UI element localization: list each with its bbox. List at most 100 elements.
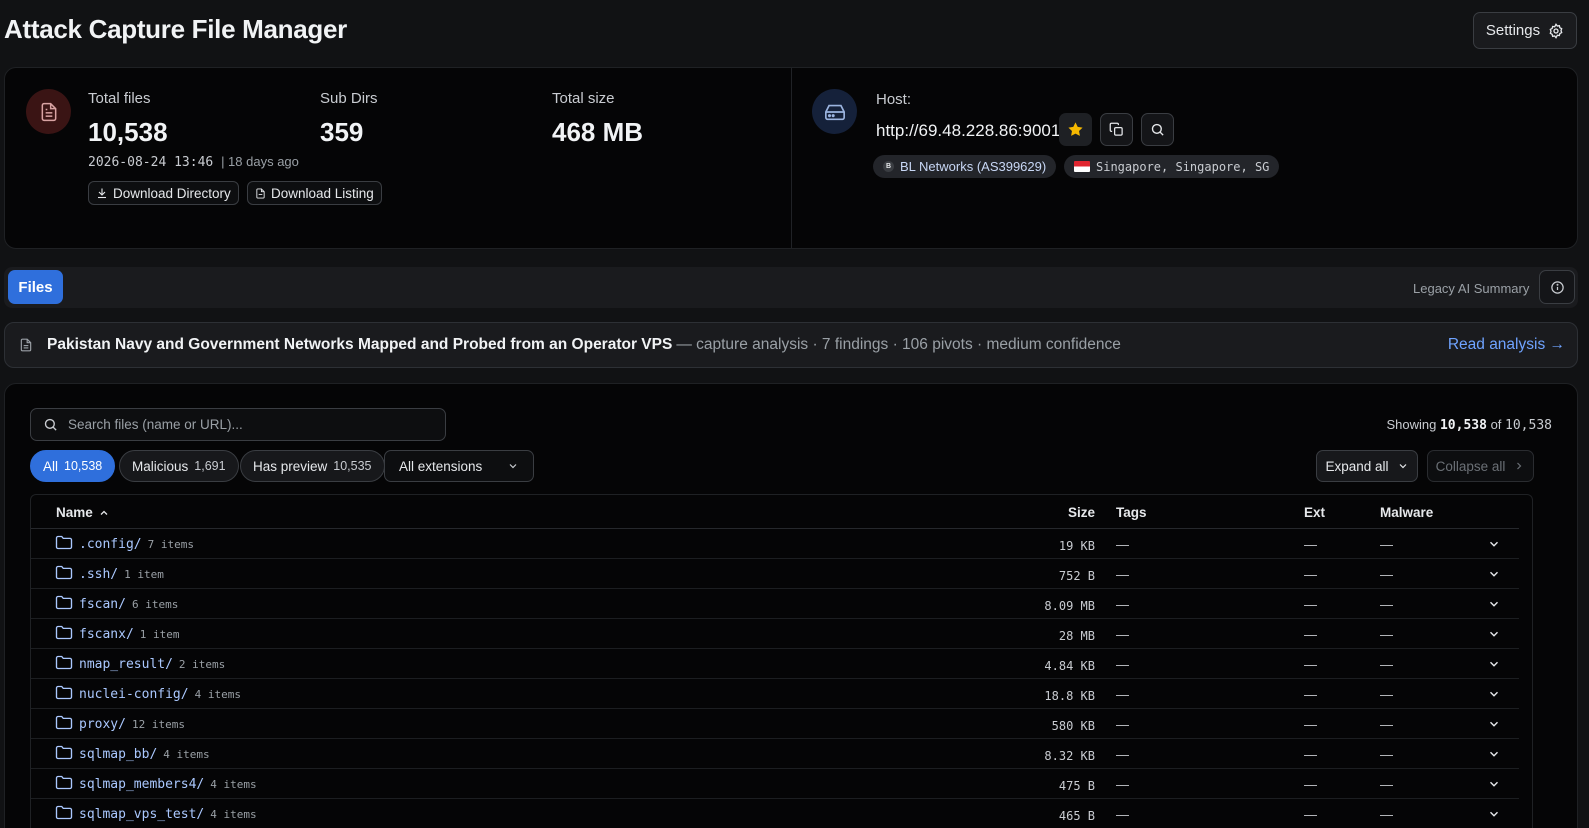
folder-item-count: 7 items: [147, 538, 194, 551]
settings-label: Settings: [1485, 22, 1541, 39]
total-size-label: Total size: [552, 90, 615, 107]
tags-cell: —: [1116, 687, 1129, 702]
search-field[interactable]: [30, 408, 446, 441]
tags-cell: —: [1116, 597, 1129, 612]
filter-malicious[interactable]: Malicious 1,691: [119, 450, 239, 482]
chevron-down-icon: [1490, 601, 1498, 607]
folder-name-cell[interactable]: .ssh/1 item: [79, 567, 164, 582]
table-row[interactable]: proxy/12 items 580 KB — — —: [31, 709, 1519, 739]
folder-icon-wrap: [55, 535, 73, 555]
total-files-label: Total files: [88, 90, 151, 107]
filter-all[interactable]: All 10,538: [30, 450, 116, 482]
filter-count: 10,535: [333, 459, 372, 473]
row-expand-button[interactable]: [1487, 657, 1501, 676]
folder-item-count: 4 items: [210, 778, 257, 791]
folder-icon: [55, 595, 73, 610]
folder-name-cell[interactable]: fscan/6 items: [79, 597, 178, 612]
row-expand-button[interactable]: [1487, 717, 1501, 736]
favorite-button[interactable]: [1059, 113, 1092, 146]
chevron-down-icon: [1490, 571, 1498, 577]
tags-cell: —: [1116, 717, 1129, 732]
folder-icon-wrap: [55, 595, 73, 615]
filter-has-preview[interactable]: Has preview 10,535: [240, 450, 385, 482]
folder-name-cell[interactable]: sqlmap_vps_test/4 items: [79, 807, 257, 822]
row-expand-button[interactable]: [1487, 807, 1501, 826]
tags-cell: —: [1116, 747, 1129, 762]
tab-files[interactable]: Files: [8, 270, 63, 304]
folder-name: sqlmap_bb/: [79, 747, 158, 762]
folder-name-cell[interactable]: sqlmap_members4/4 items: [79, 777, 257, 792]
search-icon: [1151, 123, 1164, 136]
folder-item-count: 6 items: [131, 598, 179, 611]
download-listing-button[interactable]: Download Listing: [247, 181, 382, 205]
column-malware[interactable]: Malware: [1380, 505, 1433, 520]
analysis-title: Pakistan Navy and Government Networks Ma…: [47, 336, 673, 353]
info-button[interactable]: [1539, 270, 1575, 304]
folder-name-cell[interactable]: nuclei-config/4 items: [79, 687, 241, 702]
location-chip[interactable]: Singapore, Singapore, SG: [1064, 155, 1280, 178]
settings-button[interactable]: Settings: [1473, 12, 1577, 49]
copy-host-button[interactable]: [1100, 113, 1133, 146]
table-row[interactable]: nuclei-config/4 items 18.8 KB — — —: [31, 679, 1519, 709]
row-expand-button[interactable]: [1487, 777, 1501, 796]
size-cell: 8.32 KB: [1044, 749, 1095, 763]
extension-select-value: All extensions: [399, 458, 483, 474]
column-ext[interactable]: Ext: [1304, 505, 1325, 520]
hard-drive-icon: [824, 104, 845, 120]
ext-cell: —: [1304, 717, 1317, 732]
download-directory-button[interactable]: Download Directory: [88, 181, 239, 205]
timestamp-value: 2026-08-24 13:46: [88, 155, 214, 170]
folder-name-cell[interactable]: .config/7 items: [79, 537, 194, 552]
total-size-value: 468 MB: [552, 117, 644, 147]
document-icon: [20, 338, 32, 352]
expand-all-button[interactable]: Expand all: [1316, 450, 1418, 482]
legacy-ai-summary-link[interactable]: Legacy AI Summary: [1413, 281, 1529, 296]
document-icon: [256, 187, 265, 199]
read-analysis-link[interactable]: Read analysis →: [1448, 336, 1565, 354]
search-icon: [44, 418, 57, 431]
chevron-down-icon: [1490, 751, 1498, 757]
folder-icon: [55, 625, 73, 640]
table-row[interactable]: sqlmap_vps_test/4 items 465 B — — —: [31, 799, 1519, 828]
ext-cell: —: [1304, 627, 1317, 642]
table-row[interactable]: sqlmap_bb/4 items 8.32 KB — — —: [31, 739, 1519, 769]
extension-select[interactable]: All extensions: [384, 450, 534, 482]
folder-name: fscanx/: [79, 627, 134, 642]
folder-name-cell[interactable]: nmap_result/2 items: [79, 657, 225, 672]
table-row[interactable]: fscanx/1 item 28 MB — — —: [31, 619, 1519, 649]
column-name[interactable]: Name: [56, 505, 110, 520]
row-expand-button[interactable]: [1487, 597, 1501, 616]
table-row[interactable]: .ssh/1 item 752 B — — —: [31, 559, 1519, 589]
row-expand-button[interactable]: [1487, 567, 1501, 586]
malware-cell: —: [1380, 567, 1393, 582]
host-url[interactable]: http://69.48.228.86:9001: [876, 121, 1060, 141]
malware-cell: —: [1380, 597, 1393, 612]
folder-name-cell[interactable]: proxy/12 items: [79, 717, 185, 732]
table-row[interactable]: nmap_result/2 items 4.84 KB — — —: [31, 649, 1519, 679]
total-files-stat: Total files 10,538: [88, 90, 168, 148]
folder-name: fscan/: [79, 597, 126, 612]
folder-name-cell[interactable]: sqlmap_bb/4 items: [79, 747, 210, 762]
row-expand-button[interactable]: [1487, 537, 1501, 556]
folder-name-cell[interactable]: fscanx/1 item: [79, 627, 180, 642]
ext-cell: —: [1304, 747, 1317, 762]
row-expand-button[interactable]: [1487, 687, 1501, 706]
search-input[interactable]: [68, 417, 408, 432]
stats-divider: [791, 68, 792, 248]
folder-item-count: 4 items: [210, 808, 257, 821]
table-row[interactable]: sqlmap_members4/4 items 475 B — — —: [31, 769, 1519, 799]
asn-chip[interactable]: B BL Networks (AS399629): [873, 155, 1057, 178]
size-cell: 18.8 KB: [1044, 689, 1095, 703]
row-expand-button[interactable]: [1487, 747, 1501, 766]
table-row[interactable]: fscan/6 items 8.09 MB — — —: [31, 589, 1519, 619]
analysis-banner[interactable]: Pakistan Navy and Government Networks Ma…: [4, 322, 1578, 368]
folder-icon-wrap: [55, 745, 73, 765]
table-row[interactable]: .config/7 items 19 KB — — —: [31, 529, 1519, 559]
collapse-all-button[interactable]: Collapse all: [1427, 450, 1534, 482]
search-host-button[interactable]: [1141, 113, 1174, 146]
showing-count: Showing 10,538 of 10,538: [1386, 417, 1552, 433]
row-expand-button[interactable]: [1487, 627, 1501, 646]
column-size[interactable]: Size: [1068, 505, 1095, 520]
column-tags[interactable]: Tags: [1116, 505, 1147, 520]
folder-name: proxy/: [79, 717, 126, 732]
